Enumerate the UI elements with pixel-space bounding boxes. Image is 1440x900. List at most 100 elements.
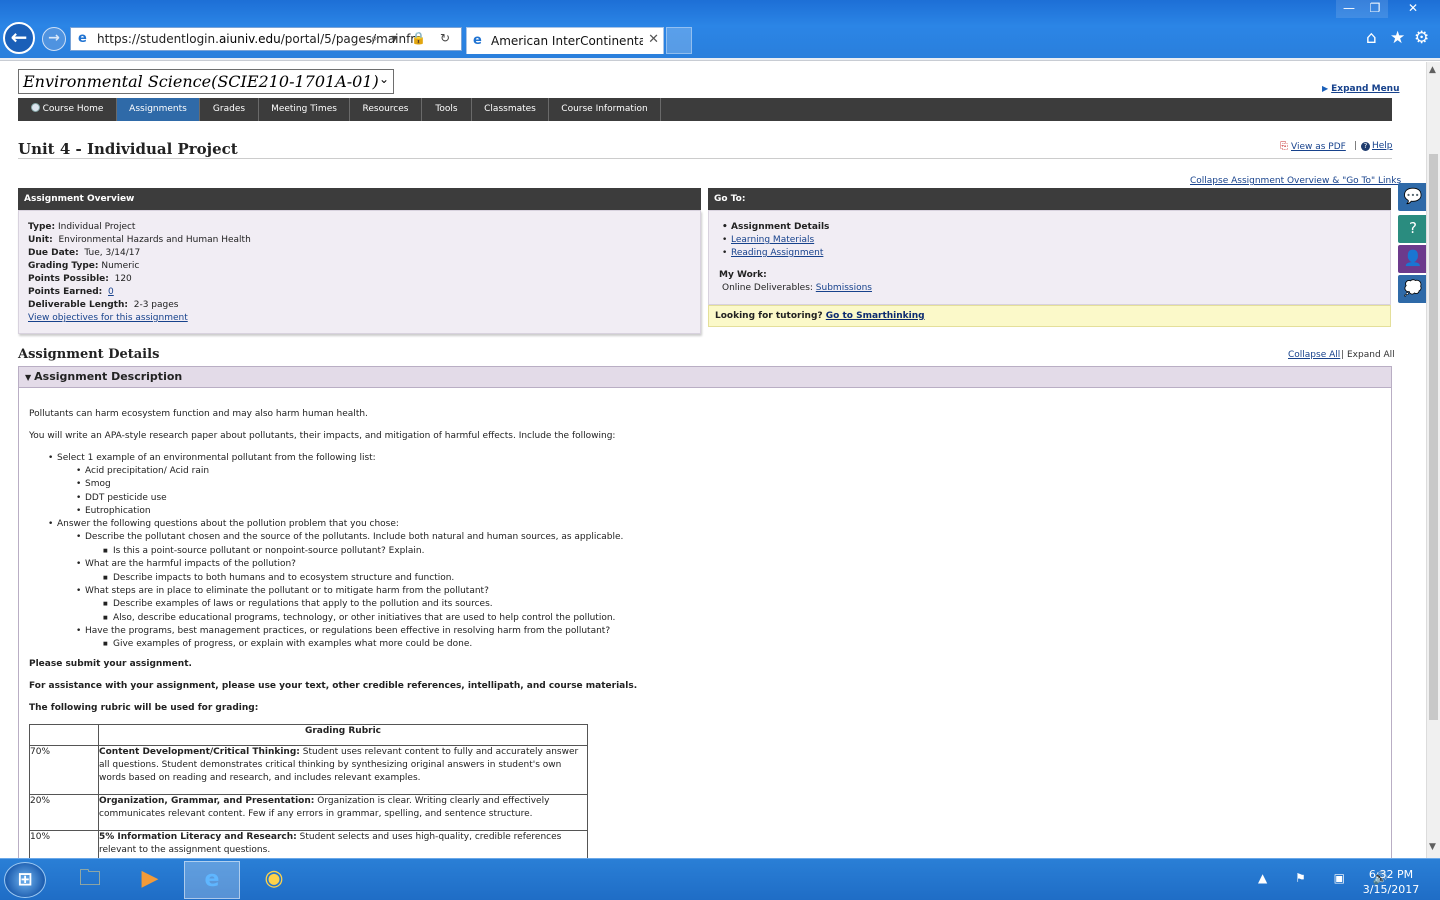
course-navbar: Course Home Assignments Grades Meeting T… (18, 98, 1392, 121)
ask-question-icon[interactable]: 💭 (1398, 275, 1428, 303)
list-item: Eutrophication (76, 506, 151, 516)
title-divider (18, 158, 1392, 159)
assignment-description-body: Pollutants can harm ecosystem function a… (18, 388, 1392, 858)
vertical-scrollbar[interactable]: ▲ ▼ (1426, 62, 1440, 858)
back-button[interactable]: ← (3, 22, 35, 54)
my-work-label: My Work: (719, 270, 767, 280)
rubric-empty-cell (29, 724, 99, 746)
tab-title: American InterContinental ... (491, 34, 643, 48)
points-earned-link[interactable]: 0 (108, 287, 114, 297)
file-explorer-icon[interactable]: 🗀 (62, 861, 118, 899)
points-possible-row: Points Possible: 120 (28, 274, 132, 284)
gear-icon[interactable]: ⚙ (1414, 28, 1429, 48)
overview-panel: Type: Individual Project Unit: Environme… (18, 210, 701, 334)
overview-heading: Assignment Overview (18, 188, 701, 210)
media-player-icon[interactable]: ▶ (122, 861, 178, 899)
scroll-down-icon[interactable]: ▼ (1429, 842, 1436, 852)
instructions-paragraph: You will write an APA-style research pap… (29, 431, 616, 441)
course-select[interactable]: Environmental Science(SCIE210-1701A-01) … (18, 69, 394, 94)
forward-button[interactable]: → (42, 27, 66, 51)
tab-close-icon[interactable]: ✕ (648, 32, 659, 47)
triangle-down-icon: ▼ (25, 373, 32, 382)
due-date-row: Due Date: Tue, 3/14/17 (28, 248, 141, 258)
new-tab-button[interactable] (666, 27, 692, 54)
browser-chrome: — ❐ ✕ ← → e https://studentlogin.aiuniv.… (0, 0, 1440, 58)
tab-resources[interactable]: Resources (350, 98, 422, 121)
submit-note: Please submit your assignment. (29, 659, 192, 669)
rubric-criterion: 5% Information Literacy and Research: St… (98, 830, 588, 858)
chrome-separator (0, 58, 1440, 61)
rubric-intro: The following rubric will be used for gr… (29, 703, 259, 713)
tab-course-home[interactable]: Course Home (18, 98, 117, 121)
start-button[interactable]: ⊞ (4, 862, 46, 898)
contact-icon[interactable]: 👤 (1398, 245, 1428, 273)
chrome-icon[interactable]: ◉ (246, 861, 302, 899)
help-bubble-icon[interactable]: ? (1398, 215, 1428, 243)
triangle-right-icon: ▶ (1322, 84, 1329, 93)
home-icon[interactable]: ⌂ (1366, 28, 1377, 48)
list-item: Select 1 example of an environmental pol… (48, 453, 376, 463)
table-row: 70% Content Development/Critical Thinkin… (29, 745, 588, 795)
list-item: Smog (76, 479, 111, 489)
points-earned-row: Points Earned: 0 (28, 287, 114, 297)
grading-type-row: Grading Type: Numeric (28, 261, 140, 271)
smarthinking-link[interactable]: Go to Smarthinking (826, 311, 925, 321)
tab-classmates[interactable]: Classmates (472, 98, 549, 121)
grading-rubric-table: Grading Rubric 70% Content Development/C… (29, 724, 588, 858)
rubric-percent: 20% (29, 794, 99, 831)
collapse-all-link[interactable]: Collapse All (1288, 350, 1340, 360)
favorites-star-icon[interactable]: ★ (1390, 28, 1405, 48)
rubric-percent: 10% (29, 830, 99, 858)
chat-icon[interactable]: 💬 (1398, 183, 1428, 211)
list-item: Acid precipitation/ Acid rain (76, 466, 209, 476)
list-item: What steps are in place to eliminate the… (76, 586, 489, 596)
tab-assignments[interactable]: Assignments (117, 98, 200, 121)
course-select-value: Environmental Science(SCIE210-1701A-01) (23, 72, 379, 91)
type-row: Type: Individual Project (28, 222, 136, 232)
tab-tools[interactable]: Tools (422, 98, 472, 121)
goto-heading: Go To: (708, 188, 1391, 210)
chevron-down-icon: ⌄ (378, 72, 389, 86)
list-item: Give examples of progress, or explain wi… (103, 639, 472, 649)
maximize-button[interactable]: ❐ (1362, 0, 1388, 18)
close-window-button[interactable]: ✕ (1390, 0, 1436, 18)
browser-tab-active[interactable]: e American InterContinental ... ✕ (466, 27, 664, 54)
list-item: What are the harmful impacts of the poll… (76, 559, 296, 569)
submissions-link[interactable]: Submissions (816, 283, 872, 293)
table-row: 10% 5% Information Literacy and Research… (29, 830, 588, 858)
address-bar[interactable]: e https://studentlogin.aiuniv.edu/portal… (70, 27, 462, 51)
list-item: Have the programs, best management pract… (76, 626, 610, 636)
tab-grades[interactable]: Grades (200, 98, 259, 121)
list-item: Answer the following questions about the… (48, 519, 399, 529)
view-objectives-link[interactable]: View objectives for this assignment (28, 313, 188, 323)
minimize-button[interactable]: — (1336, 0, 1362, 18)
list-item: Describe the pollutant chosen and the so… (76, 532, 623, 542)
clock[interactable]: 6:32 PM 3/15/2017 (1362, 867, 1420, 897)
internet-explorer-icon[interactable]: e (184, 861, 240, 899)
tab-meeting-times[interactable]: Meeting Times (259, 98, 350, 121)
tab-ie-icon: e (473, 33, 482, 48)
objectives-link-row: View objectives for this assignment (28, 313, 188, 323)
help-link[interactable]: ? Help (1361, 141, 1393, 151)
collapse-overview-link[interactable]: Collapse Assignment Overview & "Go To" L… (1190, 176, 1401, 186)
list-item: Describe impacts to both humans and to e… (103, 573, 454, 583)
intro-paragraph: Pollutants can harm ecosystem function a… (29, 409, 368, 419)
table-row: Grading Rubric (29, 724, 588, 746)
rubric-criterion: Organization, Grammar, and Presentation:… (98, 794, 588, 831)
assignment-description-header[interactable]: ▼ Assignment Description (18, 366, 1392, 388)
scroll-up-icon[interactable]: ▲ (1429, 65, 1436, 75)
list-item: Is this a point-source pollutant or nonp… (103, 546, 424, 556)
details-title: Assignment Details (18, 347, 160, 362)
scroll-thumb[interactable] (1429, 154, 1438, 720)
goto-assignment-details: Assignment Details (722, 222, 829, 232)
view-pdf-link[interactable]: ⎘ View as PDF (1280, 141, 1346, 152)
assistance-note: For assistance with your assignment, ple… (29, 681, 638, 691)
goto-learning-materials[interactable]: Learning Materials (722, 235, 814, 245)
address-tools-icons[interactable]: ⌕ ▾ 🔒 ↻ (371, 31, 455, 46)
expand-all-link[interactable]: Expand All (1347, 350, 1395, 360)
goto-reading-assignment[interactable]: Reading Assignment (722, 248, 823, 258)
tutoring-bar: Looking for tutoring? Go to Smarthinking (708, 305, 1391, 327)
expand-menu-link[interactable]: ▶ Expand Menu (1322, 84, 1399, 94)
link-separator: | (1354, 141, 1358, 151)
tab-course-information[interactable]: Course Information (549, 98, 661, 121)
